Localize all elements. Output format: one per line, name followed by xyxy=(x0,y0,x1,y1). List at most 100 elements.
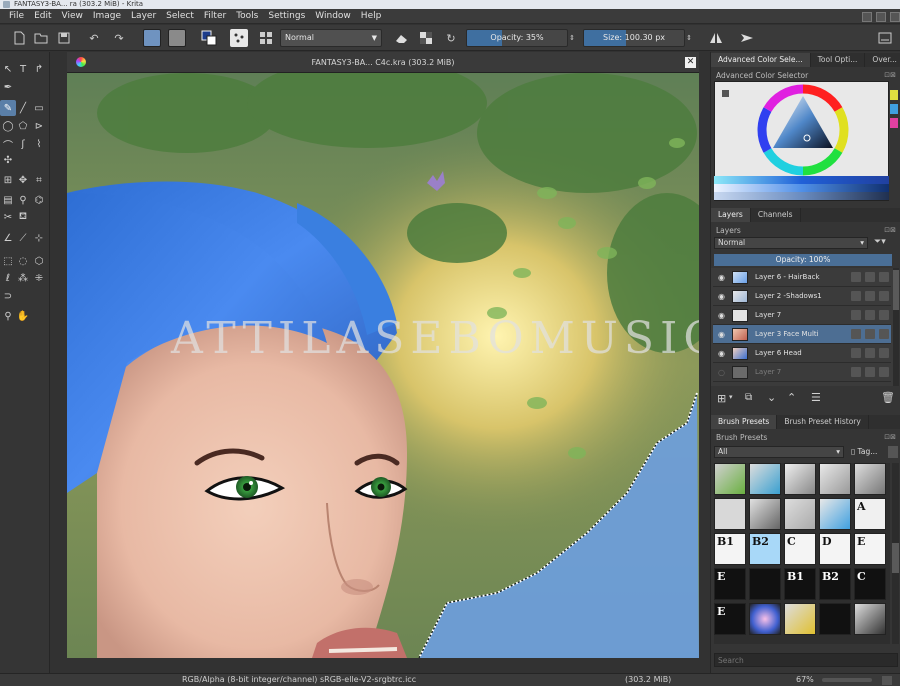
painting-canvas[interactable]: ATTILASEBOMUSIC xyxy=(67,73,699,658)
brush-preset[interactable]: D xyxy=(819,533,851,565)
save-icon[interactable] xyxy=(55,29,73,47)
brush-preset[interactable] xyxy=(749,603,781,635)
layers-float-close-icon[interactable]: ⊡⊠ xyxy=(884,226,896,234)
rectangle-tool-icon[interactable]: ▭ xyxy=(31,100,47,116)
brush-preset[interactable] xyxy=(714,463,746,495)
zoom-slider[interactable] xyxy=(822,678,872,682)
freehand-select-icon[interactable]: ℓ xyxy=(0,270,16,286)
layer-row[interactable]: ◉ Layer 7 xyxy=(713,306,891,325)
line-tool-icon[interactable]: ╱ xyxy=(15,100,31,116)
layer-opacity-slider[interactable]: Opacity: 100% xyxy=(714,254,892,266)
gradient-swatch[interactable] xyxy=(168,29,186,47)
ellipse-tool-icon[interactable]: ◯ xyxy=(0,118,16,134)
layer-row[interactable]: ○ Layer 7 xyxy=(713,363,891,382)
add-layer-icon[interactable]: ⊞ xyxy=(717,392,726,405)
visible-eye-icon[interactable]: ◉ xyxy=(717,311,726,320)
brush-presets-icon[interactable] xyxy=(257,29,275,47)
layer-row[interactable]: ◉ Layer 6 - HairBack xyxy=(713,268,891,287)
brush-preset[interactable]: A xyxy=(854,498,886,530)
menu-layer[interactable]: Layer xyxy=(126,9,161,24)
menu-file[interactable]: File xyxy=(4,9,29,24)
brush-preset[interactable]: B2 xyxy=(819,568,851,600)
mirror-horizontal-icon[interactable] xyxy=(707,29,725,47)
tab-overview[interactable]: Over... xyxy=(865,53,900,67)
layer-blend-mode-select[interactable]: Normal ▾ xyxy=(714,237,868,249)
brush-preset[interactable] xyxy=(819,463,851,495)
layer-filter-icon[interactable]: ⏷▾ xyxy=(874,237,896,249)
brush-preset[interactable]: C xyxy=(854,568,886,600)
brush-search-input[interactable] xyxy=(714,653,898,667)
visible-eye-icon[interactable]: ◉ xyxy=(717,349,726,358)
brush-preset[interactable]: E xyxy=(714,603,746,635)
visible-eye-icon[interactable]: ◉ xyxy=(717,292,726,301)
brush-float-close-icon[interactable]: ⊡⊠ xyxy=(884,433,896,441)
zoom-level[interactable]: 67% xyxy=(796,675,814,684)
color-picker-icon[interactable]: ⚲ xyxy=(15,192,31,208)
open-document-icon[interactable] xyxy=(32,29,50,47)
brush-preset[interactable]: B1 xyxy=(784,568,816,600)
zoom-tool-icon[interactable]: ⚲ xyxy=(0,308,16,324)
polygon-tool-icon[interactable]: ⬠ xyxy=(15,118,31,134)
brush-preset[interactable]: E xyxy=(714,568,746,600)
brush-preset[interactable] xyxy=(784,463,816,495)
brush-preset[interactable] xyxy=(854,463,886,495)
tab-brush-preset-history[interactable]: Brush Preset History xyxy=(777,415,869,429)
brush-preset[interactable]: E xyxy=(854,533,886,565)
size-slider[interactable]: Size: 100.30 px xyxy=(583,29,685,47)
opacity-stepper[interactable]: ⇕ xyxy=(567,29,577,47)
document-tab-title[interactable]: FANTASY3-BA... C4c.kra (303.2 MiB) xyxy=(67,52,699,73)
foreground-swatch[interactable] xyxy=(143,29,161,47)
dynamic-brush-icon[interactable]: ⌇ xyxy=(31,136,47,152)
transform-tool-icon[interactable]: ⊞ xyxy=(0,172,16,188)
calligraphy-icon[interactable]: ✒ xyxy=(0,79,16,95)
pan-tool-icon[interactable]: ✋ xyxy=(15,308,31,324)
swatch-yellow[interactable] xyxy=(890,90,898,100)
brush-preset[interactable] xyxy=(749,568,781,600)
colorize-mask-icon[interactable]: ✂ xyxy=(0,209,16,225)
opacity-slider[interactable]: Opacity: 35% xyxy=(466,29,568,47)
preserve-alpha-icon[interactable] xyxy=(417,29,435,47)
layer-row[interactable]: ◉ Layer 2 -Shadows1 xyxy=(713,287,891,306)
color-sliders[interactable] xyxy=(714,176,889,200)
bezier-tool-icon[interactable]: ⌒ xyxy=(0,136,16,152)
brush-preset[interactable] xyxy=(749,463,781,495)
chevron-down-icon[interactable]: ▾ xyxy=(729,393,733,401)
minimize-icon[interactable] xyxy=(862,11,872,22)
menu-tools[interactable]: Tools xyxy=(231,9,263,24)
polyline-tool-icon[interactable]: ⊳ xyxy=(31,118,47,134)
tag-button[interactable]: ▯ Tag... xyxy=(851,446,885,458)
freehand-brush-icon[interactable]: ✎ xyxy=(0,100,16,116)
wrap-around-icon[interactable] xyxy=(738,29,756,47)
size-stepper[interactable]: ⇕ xyxy=(684,29,694,47)
bezier-select-icon[interactable]: ⊃ xyxy=(0,288,16,304)
rect-select-icon[interactable]: ⬚ xyxy=(0,253,16,269)
ellipse-select-icon[interactable]: ◌ xyxy=(15,253,31,269)
measure-tool-icon[interactable]: ∠ xyxy=(0,230,16,246)
restore-icon[interactable] xyxy=(876,11,886,22)
menu-window[interactable]: Window xyxy=(310,9,356,24)
freehand-path-icon[interactable]: ʃ xyxy=(15,136,31,152)
brush-preset[interactable] xyxy=(854,603,886,635)
eraser-icon[interactable] xyxy=(392,29,410,47)
visible-eye-icon[interactable]: ◉ xyxy=(717,273,726,282)
menu-view[interactable]: View xyxy=(57,9,88,24)
blend-mode-select[interactable]: Normal ▼ xyxy=(280,29,382,47)
crop-tool-icon[interactable]: ⌗ xyxy=(31,172,47,188)
delete-layer-icon[interactable]: 🗑 xyxy=(881,391,895,404)
brush-preset[interactable] xyxy=(819,603,851,635)
duplicate-layer-icon[interactable]: ⧉ xyxy=(745,392,752,403)
brush-preset[interactable] xyxy=(749,498,781,530)
multibrush-icon[interactable]: ✣ xyxy=(0,152,16,168)
menu-select[interactable]: Select xyxy=(161,9,199,24)
layer-list-scrollbar[interactable] xyxy=(893,268,899,386)
tab-layers[interactable]: Layers xyxy=(711,208,751,222)
brush-preset[interactable]: C xyxy=(784,533,816,565)
smart-patch-icon[interactable]: ⌬ xyxy=(31,192,47,208)
new-document-icon[interactable] xyxy=(10,29,28,47)
reload-preset-icon[interactable]: ↻ xyxy=(442,29,460,47)
redo-icon[interactable]: ↷ xyxy=(110,29,128,47)
visible-eye-icon[interactable]: ◉ xyxy=(717,330,726,339)
assistant-tool-icon[interactable]: ⟋ xyxy=(15,230,31,246)
settings-toolbar-icon[interactable] xyxy=(876,29,894,47)
brush-preset[interactable] xyxy=(784,603,816,635)
